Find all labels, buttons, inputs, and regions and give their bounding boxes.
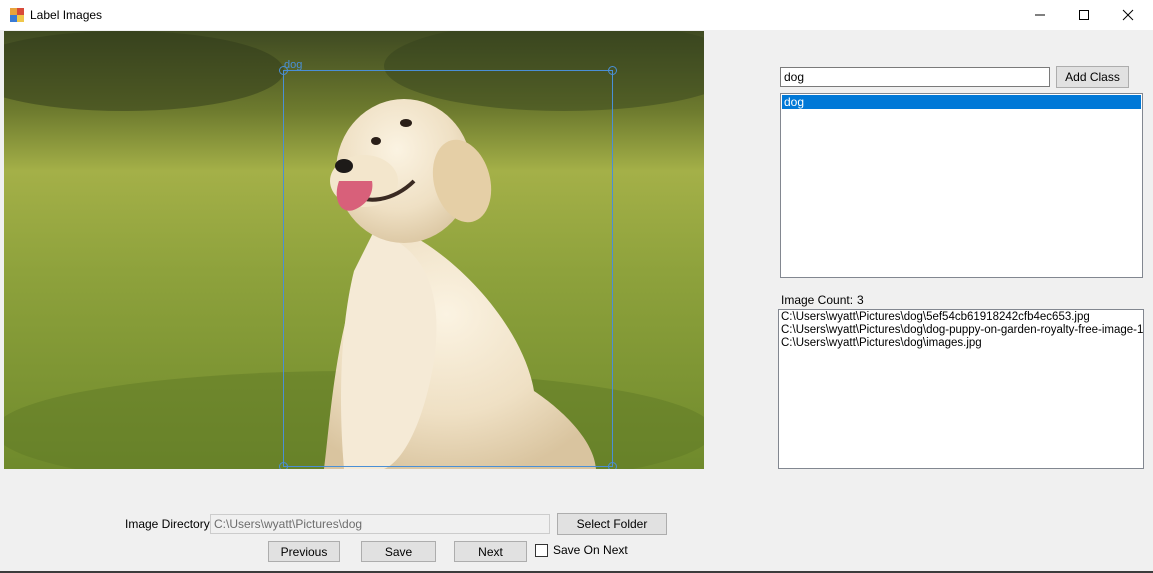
class-list[interactable]: dog	[780, 93, 1143, 278]
image-count-value: 3	[857, 293, 864, 307]
file-list-item[interactable]: C:\Users\wyatt\Pictures\dog\5ef54cb61918…	[781, 311, 1141, 324]
select-folder-button[interactable]: Select Folder	[557, 513, 667, 535]
next-button[interactable]: Next	[454, 541, 527, 562]
image-canvas[interactable]: dog	[4, 31, 704, 469]
title-bar: Label Images	[0, 0, 1153, 30]
save-button[interactable]: Save	[361, 541, 436, 562]
maximize-button[interactable]	[1061, 0, 1107, 30]
window-title: Label Images	[30, 8, 103, 22]
class-list-item[interactable]: dog	[782, 95, 1141, 109]
previous-button[interactable]: Previous	[268, 541, 340, 562]
save-on-next-checkbox[interactable]	[535, 544, 548, 557]
image-count-label: Image Count:	[781, 293, 854, 307]
image-file-list[interactable]: C:\Users\wyatt\Pictures\dog\5ef54cb61918…	[778, 309, 1144, 469]
class-name-input[interactable]	[780, 67, 1050, 87]
image-directory-field: C:\Users\wyatt\Pictures\dog	[210, 514, 550, 534]
close-icon	[1122, 9, 1134, 21]
resize-handle-top-right[interactable]	[608, 66, 617, 75]
file-list-item[interactable]: C:\Users\wyatt\Pictures\dog\dog-puppy-on…	[781, 324, 1143, 337]
minimize-icon	[1035, 14, 1045, 16]
minimize-button[interactable]	[1017, 0, 1063, 30]
resize-handle-bottom-left[interactable]	[279, 462, 288, 469]
image-directory-label: Image Directory	[125, 517, 210, 531]
resize-handle-bottom-right[interactable]	[608, 462, 617, 469]
close-button[interactable]	[1105, 0, 1151, 30]
file-list-item[interactable]: C:\Users\wyatt\Pictures\dog\images.jpg	[781, 337, 1141, 350]
app-icon	[10, 8, 24, 22]
bounding-box[interactable]	[279, 66, 617, 469]
resize-handle-top-left[interactable]	[279, 66, 288, 75]
maximize-icon	[1079, 10, 1089, 20]
save-on-next-label[interactable]: Save On Next	[553, 543, 628, 557]
add-class-button[interactable]: Add Class	[1056, 66, 1129, 88]
